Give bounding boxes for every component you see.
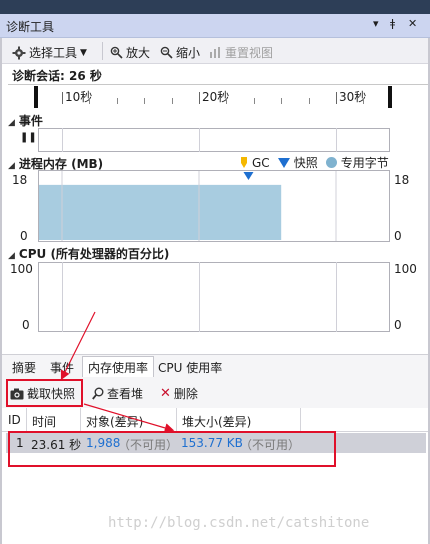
annotation-arrow — [60, 311, 96, 381]
annotation-arrow — [83, 403, 175, 433]
annotation-arrows — [60, 311, 175, 433]
watermark: http://blog.csdn.net/catshitone — [108, 515, 370, 531]
window-left-border — [0, 38, 2, 544]
